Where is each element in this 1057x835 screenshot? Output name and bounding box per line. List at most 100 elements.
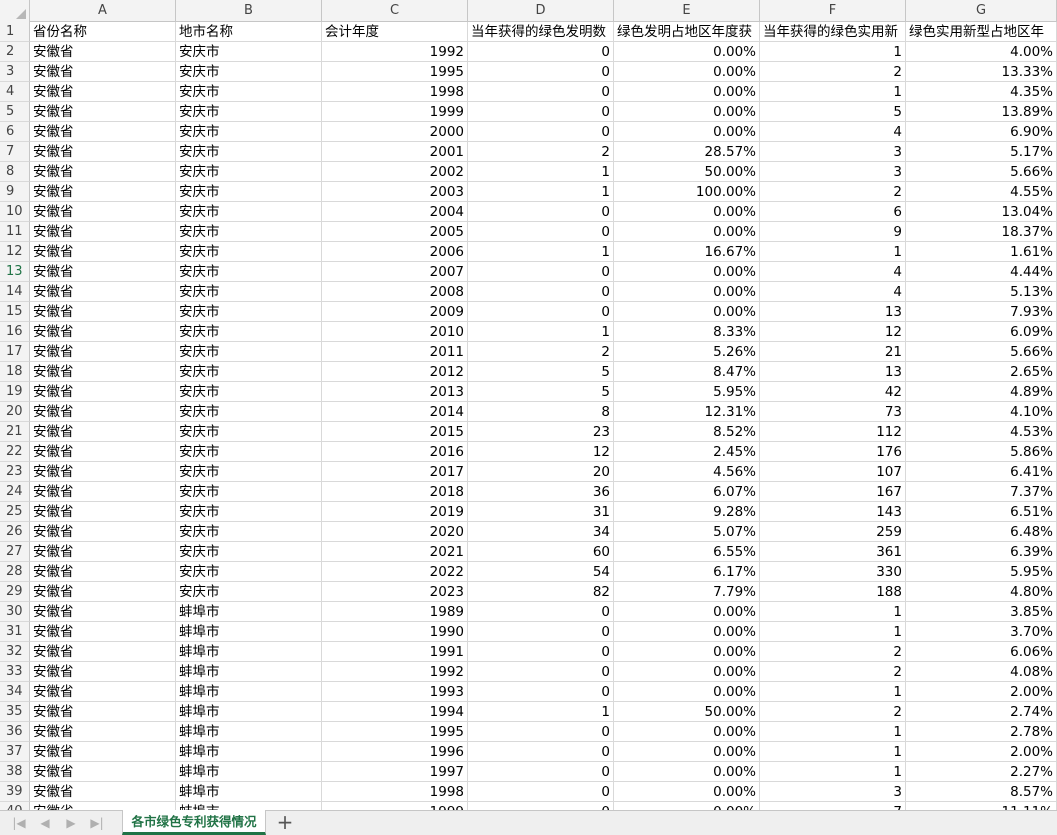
table-cell[interactable]: 1 (468, 162, 614, 182)
table-cell[interactable]: 安徽省 (30, 142, 176, 162)
table-cell[interactable]: 5.95% (614, 382, 760, 402)
row-header[interactable]: 21 (0, 422, 30, 442)
row-header[interactable]: 15 (0, 302, 30, 322)
table-cell[interactable]: 安徽省 (30, 382, 176, 402)
row-header[interactable]: 7 (0, 142, 30, 162)
row-header[interactable]: 18 (0, 362, 30, 382)
table-cell[interactable]: 11.11% (906, 802, 1057, 810)
table-cell[interactable]: 安庆市 (176, 382, 322, 402)
table-cell[interactable]: 安庆市 (176, 62, 322, 82)
table-cell[interactable]: 1993 (322, 682, 468, 702)
table-cell[interactable]: 12.31% (614, 402, 760, 422)
table-cell[interactable]: 2021 (322, 542, 468, 562)
table-cell[interactable]: 0.00% (614, 602, 760, 622)
table-cell[interactable]: 0.00% (614, 782, 760, 802)
table-cell[interactable]: 1990 (322, 622, 468, 642)
table-cell[interactable]: 安庆市 (176, 282, 322, 302)
table-cell[interactable]: 8.52% (614, 422, 760, 442)
row-header[interactable]: 38 (0, 762, 30, 782)
table-cell[interactable]: 5.26% (614, 342, 760, 362)
table-cell[interactable]: 0 (468, 722, 614, 742)
table-cell[interactable]: 2.65% (906, 362, 1057, 382)
table-cell[interactable]: 安徽省 (30, 462, 176, 482)
row-header[interactable]: 17 (0, 342, 30, 362)
table-cell[interactable]: 安徽省 (30, 482, 176, 502)
table-cell[interactable]: 蚌埠市 (176, 642, 322, 662)
table-cell[interactable]: 蚌埠市 (176, 722, 322, 742)
table-cell[interactable]: 4.80% (906, 582, 1057, 602)
table-cell[interactable]: 安徽省 (30, 342, 176, 362)
table-cell[interactable]: 1 (760, 602, 906, 622)
table-cell[interactable]: 安徽省 (30, 602, 176, 622)
table-cell[interactable]: 143 (760, 502, 906, 522)
table-cell[interactable]: 安庆市 (176, 402, 322, 422)
table-cell[interactable]: 安徽省 (30, 182, 176, 202)
table-cell[interactable]: 蚌埠市 (176, 702, 322, 722)
table-cell[interactable]: 0.00% (614, 642, 760, 662)
row-header[interactable]: 36 (0, 722, 30, 742)
row-header[interactable]: 22 (0, 442, 30, 462)
table-cell[interactable]: 安庆市 (176, 82, 322, 102)
table-cell[interactable]: 4.56% (614, 462, 760, 482)
table-cell[interactable]: 0.00% (614, 122, 760, 142)
table-cell[interactable]: 安庆市 (176, 462, 322, 482)
table-cell[interactable]: 20 (468, 462, 614, 482)
table-cell[interactable]: 7.37% (906, 482, 1057, 502)
last-sheet-icon[interactable]: ▶| (88, 814, 106, 832)
table-cell[interactable]: 安庆市 (176, 362, 322, 382)
table-cell[interactable]: 2003 (322, 182, 468, 202)
table-cell[interactable]: 6.17% (614, 562, 760, 582)
table-cell[interactable]: 176 (760, 442, 906, 462)
table-cell[interactable]: 安徽省 (30, 722, 176, 742)
table-cell[interactable]: 2018 (322, 482, 468, 502)
table-cell[interactable]: 安徽省 (30, 362, 176, 382)
table-cell[interactable]: 安庆市 (176, 322, 322, 342)
table-cell[interactable]: 安徽省 (30, 762, 176, 782)
table-cell[interactable]: 0 (468, 662, 614, 682)
table-cell[interactable]: 9 (760, 222, 906, 242)
table-cell[interactable]: 安徽省 (30, 202, 176, 222)
table-cell[interactable]: 安徽省 (30, 642, 176, 662)
table-cell[interactable]: 2023 (322, 582, 468, 602)
table-cell[interactable]: 0.00% (614, 262, 760, 282)
table-cell[interactable]: 34 (468, 522, 614, 542)
table-cell[interactable]: 5.66% (906, 162, 1057, 182)
table-cell[interactable]: 0 (468, 802, 614, 810)
table-cell[interactable]: 3 (760, 162, 906, 182)
table-cell[interactable]: 安庆市 (176, 502, 322, 522)
table-cell[interactable]: 安徽省 (30, 702, 176, 722)
table-cell[interactable]: 0 (468, 262, 614, 282)
table-cell[interactable]: 6.51% (906, 502, 1057, 522)
row-header[interactable]: 16 (0, 322, 30, 342)
row-header[interactable]: 6 (0, 122, 30, 142)
sheet-tab-active[interactable]: 各市绿色专利获得情况 (122, 810, 266, 835)
table-cell[interactable]: 73 (760, 402, 906, 422)
table-cell[interactable]: 0 (468, 762, 614, 782)
table-cell[interactable]: 2000 (322, 122, 468, 142)
table-cell[interactable]: 6.48% (906, 522, 1057, 542)
table-cell[interactable]: 1998 (322, 782, 468, 802)
table-cell[interactable]: 8.57% (906, 782, 1057, 802)
table-cell[interactable]: 2010 (322, 322, 468, 342)
table-cell[interactable]: 0 (468, 122, 614, 142)
table-cell[interactable]: 4.53% (906, 422, 1057, 442)
table-cell[interactable]: 2013 (322, 382, 468, 402)
table-cell[interactable]: 0.00% (614, 742, 760, 762)
row-header[interactable]: 29 (0, 582, 30, 602)
row-header[interactable]: 14 (0, 282, 30, 302)
table-cell[interactable]: 0.00% (614, 762, 760, 782)
column-header-d[interactable]: D (468, 0, 614, 22)
table-cell[interactable]: 安徽省 (30, 742, 176, 762)
first-sheet-icon[interactable]: |◀ (10, 814, 28, 832)
header-cell[interactable]: 地市名称 (176, 22, 322, 42)
table-cell[interactable]: 安庆市 (176, 102, 322, 122)
table-cell[interactable]: 7.79% (614, 582, 760, 602)
table-cell[interactable]: 安徽省 (30, 582, 176, 602)
table-cell[interactable]: 0 (468, 102, 614, 122)
table-cell[interactable]: 0 (468, 202, 614, 222)
table-cell[interactable]: 安徽省 (30, 242, 176, 262)
table-cell[interactable]: 2 (760, 662, 906, 682)
table-cell[interactable]: 1 (760, 42, 906, 62)
table-cell[interactable]: 21 (760, 342, 906, 362)
table-cell[interactable]: 2004 (322, 202, 468, 222)
